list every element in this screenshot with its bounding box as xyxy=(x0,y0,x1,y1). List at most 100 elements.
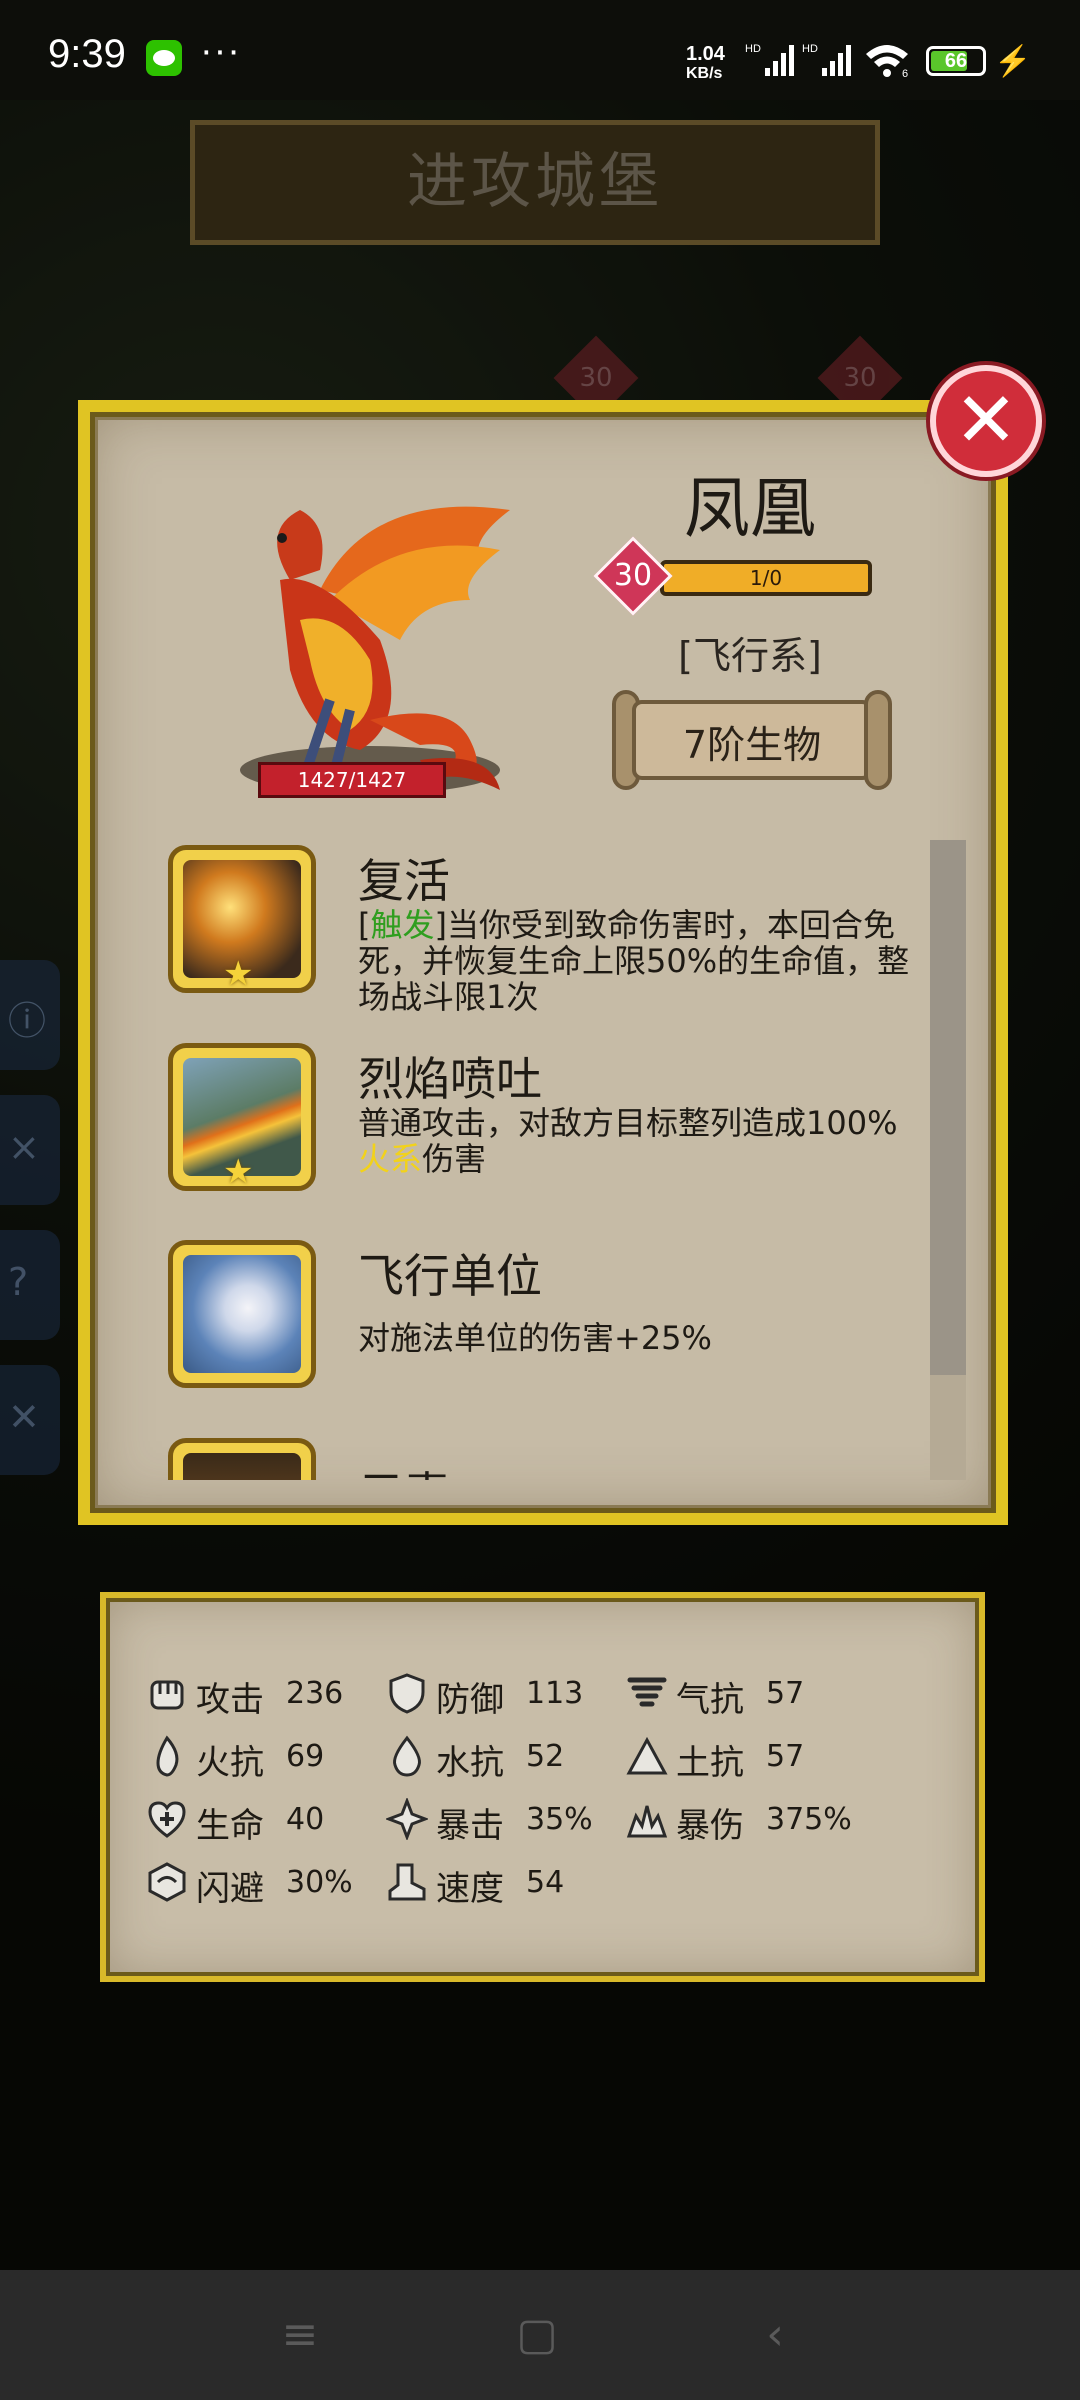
crit-icon xyxy=(386,1798,428,1840)
stat-label: 生命 xyxy=(196,1806,264,1846)
crit-damage-icon xyxy=(626,1805,668,1838)
stat-air-resistance: 气抗 57 xyxy=(626,1668,856,1720)
status-time: 9:39 xyxy=(48,32,126,76)
stat-value: 52 xyxy=(526,1739,565,1774)
unit-tier: 7阶生物 xyxy=(682,723,822,767)
side-speed-button[interactable]: × xyxy=(0,1095,60,1205)
network-speed-unit: KB/s xyxy=(686,65,723,82)
stat-label: 防御 xyxy=(436,1680,504,1720)
help-icon: ? xyxy=(8,1260,29,1304)
skill-desc-prefix: [ xyxy=(358,906,371,944)
unit-level: 30 xyxy=(613,558,653,593)
status-bar: 9:39 ··· 1.04 KB/s HD HD 6 66 ⚡ xyxy=(0,0,1080,100)
network-speed: 1.04 KB/s xyxy=(686,44,725,84)
skill-desc-prefix: 普通攻击，对敌方目标整列造成100% xyxy=(358,1104,898,1142)
charging-bolt-icon: ⚡ xyxy=(994,45,1032,78)
stat-label: 土抗 xyxy=(676,1743,744,1783)
side-help-button[interactable]: ? xyxy=(0,1230,60,1340)
fist-icon xyxy=(150,1680,184,1710)
skill-art xyxy=(183,1255,301,1373)
stat-value: 375% xyxy=(766,1802,852,1837)
stat-attack: 攻击 236 xyxy=(146,1668,376,1720)
unit-type: [飞行系] xyxy=(678,634,822,678)
stat-crit-rate: 暴击 35% xyxy=(386,1794,616,1846)
bg-level-tag-value: 30 xyxy=(579,363,613,393)
flame-icon xyxy=(156,1735,179,1777)
screen-title-banner: 进攻城堡 xyxy=(190,120,880,245)
stat-water-resistance: 水抗 52 xyxy=(386,1731,616,1783)
unit-name: 凤凰 xyxy=(684,470,816,547)
water-drop-icon xyxy=(393,1735,421,1777)
bg-level-tag-value: 30 xyxy=(843,363,877,393)
hp-bar: 1427/1427 xyxy=(258,762,446,798)
phoenix-rebirth-icon: ★ xyxy=(168,845,316,994)
stat-label: 闪避 xyxy=(196,1869,264,1909)
signal-hd-label: HD xyxy=(745,43,761,55)
xp-bar: 1/0 xyxy=(660,560,872,596)
close-icon: ✕ xyxy=(954,375,1018,464)
stat-value: 35% xyxy=(526,1802,593,1837)
side-info-button[interactable]: ⓘ xyxy=(0,960,60,1070)
castle-icon xyxy=(168,1438,316,1480)
stat-defense: 防御 113 xyxy=(386,1668,616,1720)
network-speed-value: 1.04 xyxy=(686,43,725,65)
star-icon: ★ xyxy=(223,954,254,994)
back-icon[interactable]: ‹ xyxy=(750,2312,800,2358)
skill-description: 普通攻击，对敌方目标整列造成100%火系伤害 xyxy=(358,1105,918,1177)
stat-speed: 速度 54 xyxy=(386,1857,616,1909)
hp-value: 1427/1427 xyxy=(297,768,407,792)
screen-title: 进攻城堡 xyxy=(407,147,663,217)
xp-value: 1/0 xyxy=(749,566,783,590)
skill-desc-rest: 伤害 xyxy=(422,1140,487,1178)
tornado-icon xyxy=(627,1677,667,1707)
battery-icon: 66 xyxy=(926,46,986,76)
home-icon[interactable]: ▢ xyxy=(512,2312,562,2358)
stat-value: 113 xyxy=(526,1676,584,1711)
skill-name: 烈焰喷吐 xyxy=(358,1052,542,1106)
stat-value: 40 xyxy=(286,1802,325,1837)
skill-description: 对施法单位的伤害+25% xyxy=(358,1319,712,1357)
skill-name: 复活 xyxy=(358,854,450,908)
dodge-icon xyxy=(148,1862,186,1902)
speed-icon: × xyxy=(8,1125,40,1169)
wifi-icon: 6 xyxy=(866,45,908,78)
battery-level: 66 xyxy=(944,50,968,72)
signal-strength-icon-2: HD xyxy=(802,43,851,76)
skills-list[interactable]: ★ 复活 [触发]当你受到致命伤害时，本回合免死，并恢复生命上限50%的生命值，… xyxy=(160,840,920,1480)
skill-name: 元素 xyxy=(358,1458,450,1480)
menu-icon[interactable]: ≡ xyxy=(275,2312,325,2358)
pegasus-icon xyxy=(168,1240,316,1388)
more-notifications-icon: ··· xyxy=(200,30,241,72)
tier-scroll: 7阶生物 xyxy=(612,690,892,790)
skill-description: [触发]当你受到致命伤害时，本回合免死，并恢复生命上限50%的生命值，整场战斗限… xyxy=(358,907,918,1015)
stat-label: 攻击 xyxy=(196,1680,264,1720)
stat-label: 速度 xyxy=(436,1869,504,1909)
stat-value: 30% xyxy=(286,1865,353,1900)
stat-health: 生命 40 xyxy=(146,1794,376,1846)
stat-value: 69 xyxy=(286,1739,325,1774)
wechat-notification-icon xyxy=(146,40,182,76)
stat-label: 暴伤 xyxy=(676,1806,744,1846)
close-icon: ✕ xyxy=(8,1395,40,1439)
stat-dodge: 闪避 30% xyxy=(146,1857,376,1909)
stat-label: 火抗 xyxy=(196,1743,264,1783)
close-button[interactable]: ✕ xyxy=(930,365,1042,477)
stat-value: 57 xyxy=(766,1739,805,1774)
boot-icon xyxy=(388,1863,426,1901)
earth-icon xyxy=(626,1736,668,1775)
system-nav-bar: ≡ ▢ ‹ xyxy=(0,2270,1080,2400)
wifi-6-label: 6 xyxy=(902,68,908,78)
shield-icon xyxy=(389,1673,425,1714)
stat-value: 236 xyxy=(286,1676,344,1711)
info-icon: ⓘ xyxy=(8,999,47,1043)
side-close-button[interactable]: ✕ xyxy=(0,1365,60,1475)
stats-panel: 攻击 236 防御 113 气抗 57 火抗 69 水抗 52 土抗 57 生命… xyxy=(100,1592,985,1982)
skills-scrollbar-thumb[interactable] xyxy=(930,840,966,1375)
fire-keyword: 火系 xyxy=(358,1140,423,1178)
phoenix-portrait xyxy=(240,506,510,794)
stat-value: 54 xyxy=(526,1865,565,1900)
stat-value: 57 xyxy=(766,1676,805,1711)
stat-crit-damage: 暴伤 375% xyxy=(626,1794,876,1846)
heart-plus-icon xyxy=(148,1801,186,1838)
signal-strength-icon: HD xyxy=(745,43,794,76)
